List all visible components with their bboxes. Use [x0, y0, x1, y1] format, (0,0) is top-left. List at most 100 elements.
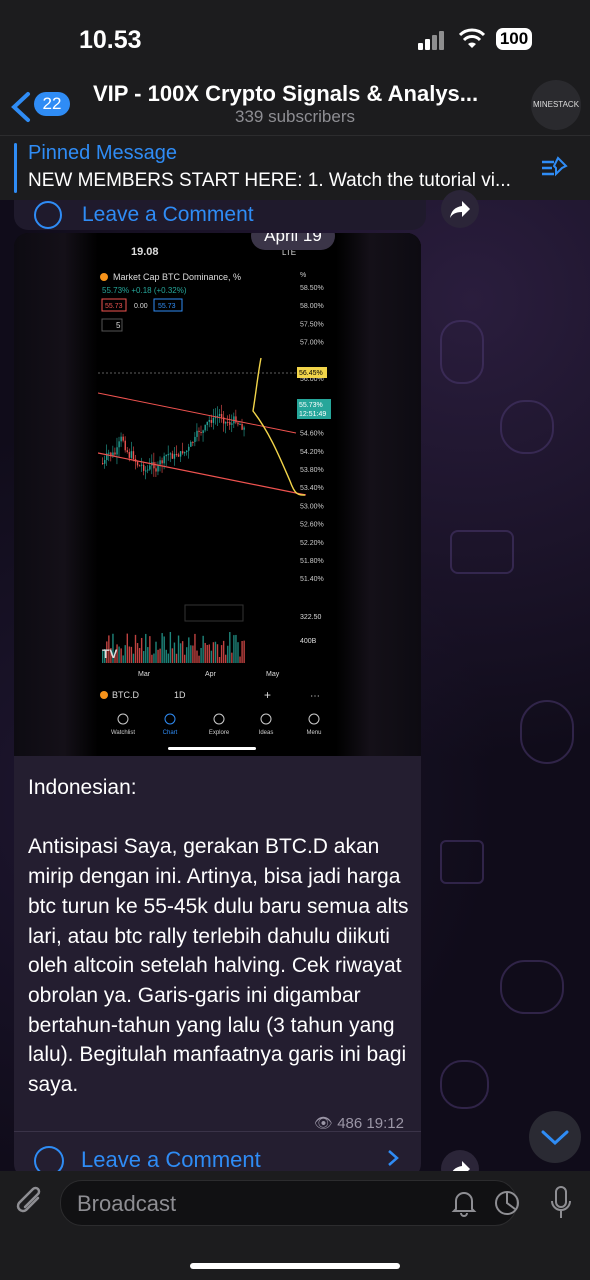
y-tick-label: 53.00% [300, 503, 324, 510]
candle-body [140, 464, 143, 466]
candle-body [208, 420, 210, 422]
candle-body [102, 463, 104, 464]
candle-body [177, 454, 180, 457]
nav-label: Menu [306, 730, 321, 736]
scroll-down-button[interactable] [529, 1111, 581, 1163]
volume-bar [202, 635, 204, 663]
chart-screenshot: 19.08 LTE Market Cap BTC Dominance, % 55… [97, 233, 336, 756]
volume-bar [136, 643, 139, 663]
share-button[interactable] [441, 190, 479, 228]
comment-circle-icon [34, 201, 62, 229]
volume-bar [194, 633, 196, 663]
volume-bar [235, 634, 237, 663]
nav-label: Chart [163, 730, 178, 736]
paperclip-icon[interactable] [14, 1184, 46, 1220]
nav-icon [117, 713, 129, 725]
candle-body [126, 450, 128, 453]
volume-bar [241, 640, 243, 663]
volume-bar [214, 641, 217, 663]
candle-body [239, 424, 241, 426]
microphone-icon[interactable] [549, 1185, 573, 1221]
candle-body [116, 447, 118, 455]
candle-body [104, 460, 106, 464]
volume-bar [147, 647, 149, 663]
message-photo[interactable]: 19.08 LTE Market Cap BTC Dominance, % 55… [14, 233, 421, 756]
channel-title[interactable]: VIP - 100X Crypto Signals & Analys... [93, 81, 523, 107]
volume-bar [220, 645, 223, 663]
chat-header: 22 VIP - 100X Crypto Signals & Analys...… [0, 80, 590, 136]
chevron-right-icon [388, 1150, 399, 1166]
volume-bar [149, 636, 151, 663]
message-meta: 👁 486 19:12 [314, 1114, 404, 1132]
pinned-title: Pinned Message [28, 142, 177, 164]
signal-icon [418, 31, 446, 55]
volume-bar [151, 654, 153, 663]
pinned-text: NEW MEMBERS START HERE: 1. Watch the tut… [28, 170, 511, 191]
candle-body [175, 454, 178, 456]
subscriber-count: 339 subscribers [234, 107, 355, 126]
current-time: 12:51:49 [299, 411, 326, 418]
volume-bar [134, 634, 137, 663]
candle-body [159, 460, 161, 465]
candle-body [153, 462, 155, 469]
volume-bar [216, 644, 219, 663]
volume-bar [118, 646, 120, 663]
spread-value: 0.00 [134, 303, 148, 310]
timer-icon[interactable] [493, 1189, 521, 1217]
app-nav: Watchlist Chart Explore Ideas Menu [111, 713, 322, 736]
candle-body [202, 430, 204, 433]
volume-bar [188, 637, 190, 663]
candle-body [114, 452, 116, 455]
candle-body [128, 452, 131, 458]
ask-value: 55.73 [158, 303, 176, 310]
symbol-icon [100, 691, 108, 699]
date-pill: April 19 [251, 233, 335, 250]
candle-body [192, 441, 194, 443]
candle-body [167, 454, 169, 456]
volume-bar [198, 655, 200, 663]
candle-body [241, 424, 243, 430]
channel-avatar[interactable]: MINESTACK [531, 80, 581, 130]
volume-bar [190, 645, 192, 663]
photo-blur-right [336, 233, 421, 756]
candle-body [122, 436, 124, 441]
message-text: Indonesian: Antisipasi Saya, gerakan BTC… [28, 776, 409, 1097]
y-tick-label: 58.00% [300, 303, 324, 310]
leave-comment-link[interactable]: Leave a Comment [81, 1147, 261, 1173]
pinned-message-bar[interactable]: Pinned Message NEW MEMBERS START HERE: 1… [0, 136, 590, 200]
pinned-indicator [14, 143, 17, 193]
volume-bar [173, 642, 176, 663]
add-icon: + [264, 688, 271, 702]
volume-bars [102, 631, 245, 663]
month-label-1: Mar [138, 671, 151, 678]
broadcast-input[interactable]: Broadcast [60, 1180, 517, 1226]
volume-bar [181, 641, 184, 663]
previous-comment-link[interactable]: Leave a Comment [82, 203, 254, 227]
candle-body [227, 421, 229, 423]
chart-change: 55.73% +0.18 (+0.32%) [102, 286, 187, 295]
pinned-list-icon[interactable] [540, 154, 570, 182]
volume-bar [239, 656, 241, 663]
volume-bar [204, 642, 206, 663]
volume-bar [132, 653, 135, 663]
nav-label: Ideas [259, 730, 274, 736]
screenshot-home-indicator [168, 747, 256, 750]
month-label-2: Apr [205, 671, 217, 678]
eye-icon: 👁 [314, 1115, 334, 1132]
wifi-icon [459, 28, 485, 48]
volume-bar [153, 653, 155, 663]
chart-title: Market Cap BTC Dominance, % [113, 272, 241, 282]
volume-bar [122, 655, 124, 663]
candle-body [190, 441, 192, 447]
bell-icon[interactable] [450, 1189, 478, 1217]
candle-body [186, 450, 188, 453]
candle-body [130, 451, 133, 458]
candle-body [220, 414, 223, 418]
volume-bar [138, 648, 141, 663]
volume-bar [184, 654, 186, 663]
status-bar: 10.53 100 [0, 0, 590, 80]
candle-body [206, 421, 208, 425]
volume-bar [161, 633, 163, 663]
volume-bar [120, 648, 122, 663]
candle-body [108, 452, 110, 454]
